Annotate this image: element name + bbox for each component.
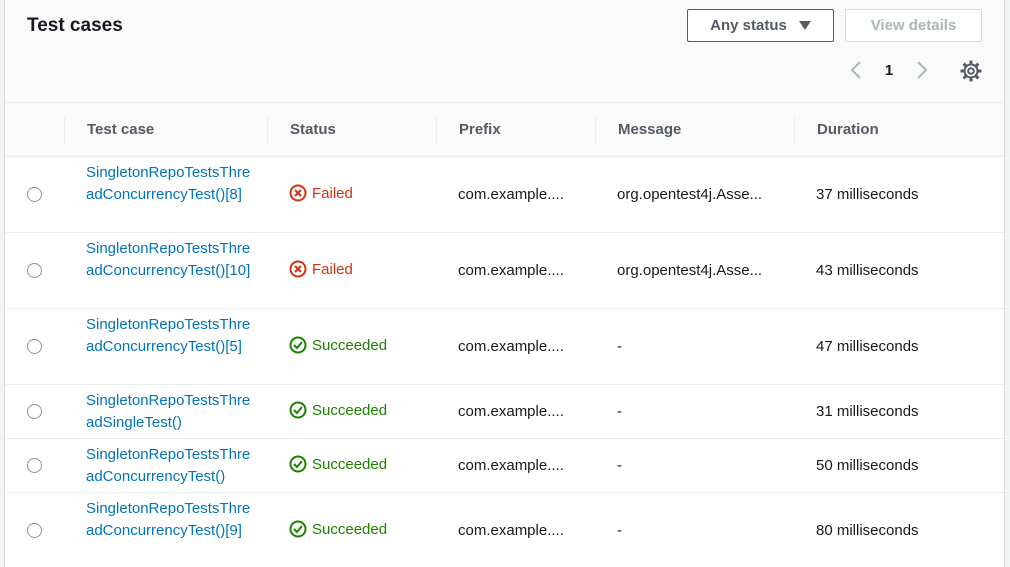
current-page-number[interactable]: 1: [869, 62, 909, 79]
table-row: SingletonRepoTestsThreadConcurrencyTest(…: [5, 233, 1004, 309]
status-text: Succeeded: [312, 401, 388, 419]
duration-cell: 43 milliseconds: [816, 262, 919, 279]
table-row: SingletonRepoTestsThreadSingleTest() Suc…: [5, 385, 1004, 439]
table-header: Test case Status Prefix Message Duration: [5, 103, 1004, 157]
panel-header: Test cases Any status View details 1: [5, 0, 1004, 103]
column-divider: [794, 117, 795, 143]
prefix-cell: com.example....: [458, 522, 564, 539]
status-badge: Succeeded: [289, 455, 387, 473]
row-select-radio[interactable]: [27, 339, 42, 354]
column-header-message[interactable]: Message: [618, 103, 681, 157]
duration-cell: 31 milliseconds: [816, 403, 919, 420]
message-cell: -: [617, 457, 622, 474]
chevron-left-icon: [850, 61, 861, 79]
duration-cell: 37 milliseconds: [816, 186, 919, 203]
status-badge: Succeeded: [289, 520, 387, 538]
row-select-radio[interactable]: [27, 523, 42, 538]
view-details-button[interactable]: View details: [845, 9, 982, 42]
duration-cell: 50 milliseconds: [816, 457, 919, 474]
previous-page-button[interactable]: [843, 57, 869, 83]
table-row: SingletonRepoTestsThreadConcurrencyTest(…: [5, 309, 1004, 385]
message-cell: -: [617, 522, 622, 539]
check-circle-icon: [289, 401, 307, 419]
test-case-link[interactable]: SingletonRepoTestsThreadConcurrencyTest(…: [86, 162, 256, 206]
duration-cell: 47 milliseconds: [816, 338, 919, 355]
status-badge: Succeeded: [289, 336, 387, 354]
status-badge: Succeeded: [289, 401, 387, 419]
prefix-cell: com.example....: [458, 186, 564, 203]
test-case-link[interactable]: SingletonRepoTestsThreadConcurrencyTest(…: [86, 498, 256, 542]
status-text: Succeeded: [312, 520, 388, 538]
message-cell: org.opentest4j.Asse...: [617, 186, 763, 203]
column-header-duration[interactable]: Duration: [817, 103, 879, 157]
test-case-link[interactable]: SingletonRepoTestsThreadConcurrencyTest(…: [86, 444, 256, 488]
message-cell: org.opentest4j.Asse...: [617, 262, 763, 279]
gear-icon[interactable]: [959, 59, 983, 83]
row-select-radio[interactable]: [27, 404, 42, 419]
table-row: SingletonRepoTestsThreadConcurrencyTest(…: [5, 157, 1004, 233]
status-text: Succeeded: [312, 336, 388, 354]
test-case-link[interactable]: SingletonRepoTestsThreadConcurrencyTest(…: [86, 314, 256, 358]
prefix-cell: com.example....: [458, 457, 564, 474]
page-title: Test cases: [27, 15, 123, 36]
prefix-cell: com.example....: [458, 403, 564, 420]
status-badge: Failed: [289, 260, 353, 278]
prefix-cell: com.example....: [458, 262, 564, 279]
row-select-radio[interactable]: [27, 263, 42, 278]
status-text: Failed: [312, 260, 353, 278]
test-cases-panel: Test cases Any status View details 1 Tes…: [4, 0, 1005, 567]
column-divider: [436, 117, 437, 143]
status-text: Failed: [312, 184, 353, 202]
status-filter-label: Any status: [710, 17, 787, 34]
status-badge: Failed: [289, 184, 353, 202]
duration-cell: 80 milliseconds: [816, 522, 919, 539]
row-select-radio[interactable]: [27, 187, 42, 202]
failed-x-icon: [289, 260, 307, 278]
column-divider: [595, 117, 596, 143]
row-select-radio[interactable]: [27, 458, 42, 473]
column-divider: [64, 117, 65, 143]
column-header-test-case[interactable]: Test case: [87, 103, 154, 157]
table-row: SingletonRepoTestsThreadConcurrencyTest(…: [5, 493, 1004, 567]
table-row: SingletonRepoTestsThreadConcurrencyTest(…: [5, 439, 1004, 493]
message-cell: -: [617, 403, 622, 420]
prefix-cell: com.example....: [458, 338, 564, 355]
test-case-link[interactable]: SingletonRepoTestsThreadConcurrencyTest(…: [86, 238, 256, 282]
status-text: Succeeded: [312, 455, 388, 473]
chevron-right-icon: [917, 61, 928, 79]
column-divider: [267, 117, 268, 143]
next-page-button[interactable]: [909, 57, 935, 83]
message-cell: -: [617, 338, 622, 355]
failed-x-icon: [289, 184, 307, 202]
status-filter-dropdown[interactable]: Any status: [687, 9, 834, 42]
pagination: 1: [843, 57, 935, 83]
test-case-link[interactable]: SingletonRepoTestsThreadSingleTest(): [86, 390, 256, 434]
column-header-prefix[interactable]: Prefix: [459, 103, 501, 157]
check-circle-icon: [289, 455, 307, 473]
check-circle-icon: [289, 336, 307, 354]
column-header-status[interactable]: Status: [290, 103, 336, 157]
caret-down-icon: [798, 21, 811, 30]
check-circle-icon: [289, 520, 307, 538]
